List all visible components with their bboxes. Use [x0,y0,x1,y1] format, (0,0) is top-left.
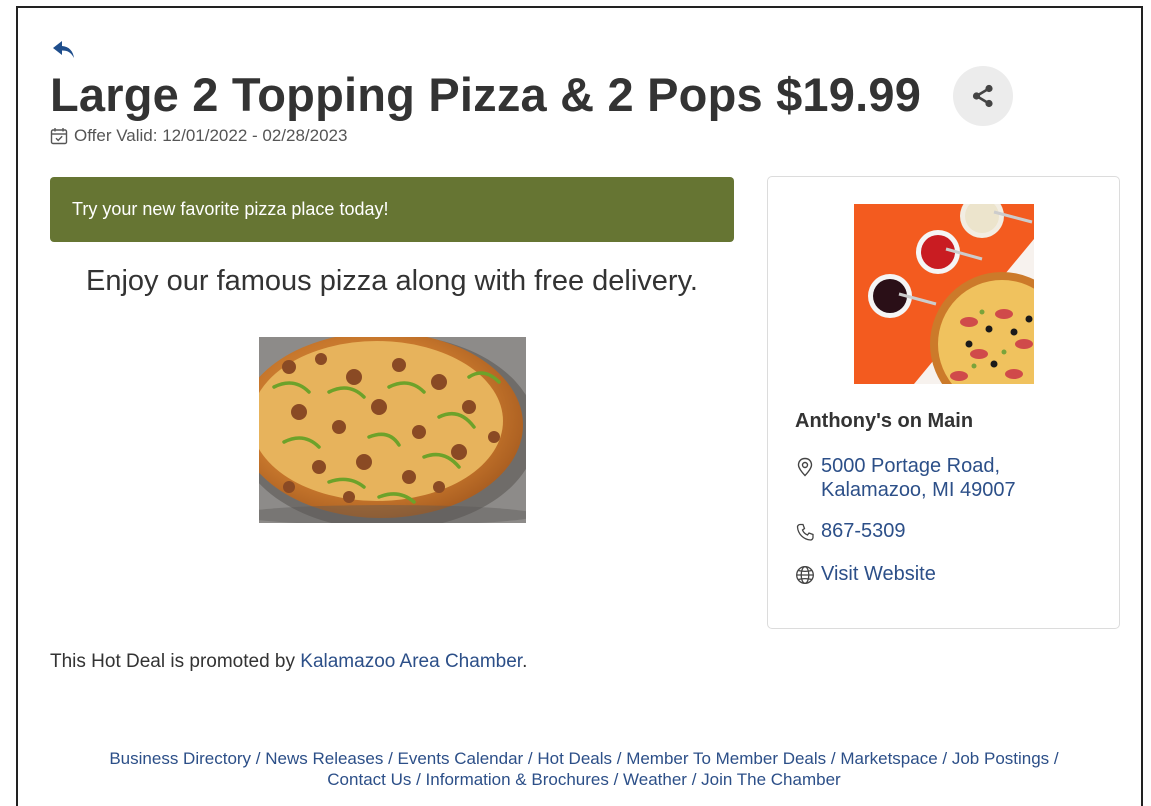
deal-banner-text: Try your new favorite pizza place today! [72,199,389,219]
footer-link-hot-deals[interactable]: Hot Deals [537,749,612,768]
footer-link-weather[interactable]: Weather [623,770,687,789]
footer-separator: / [612,749,627,768]
footer-separator: / [937,749,952,768]
footer-link-member-deals[interactable]: Member To Member Deals [626,749,826,768]
page-title: Large 2 Topping Pizza & 2 Pops $19.99 [50,68,922,121]
footer-link-business-directory[interactable]: Business Directory [109,749,251,768]
footer-separator: / [608,770,624,789]
footer-link-events-calendar[interactable]: Events Calendar [398,749,524,768]
footer-link-contact-us[interactable]: Contact Us [327,770,411,789]
business-website-row: Visit Website [795,562,936,586]
share-button[interactable] [953,66,1013,126]
business-phone-link[interactable]: 867-5309 [821,519,906,543]
visit-website-link[interactable]: Visit Website [821,562,936,586]
footer-link-news-releases[interactable]: News Releases [265,749,383,768]
business-photo [854,204,1034,384]
footer-separator: / [251,749,266,768]
business-address-link[interactable]: 5000 Portage Road, Kalamazoo, MI 49007 [821,454,1041,502]
back-arrow-icon[interactable] [50,38,78,62]
deal-description: Enjoy our famous pizza along with free d… [86,265,698,297]
globe-icon [796,566,814,584]
footer-separator: / [826,749,841,768]
footer-separator: / [686,770,702,789]
footer-separator: / [523,749,538,768]
phone-icon [796,523,814,541]
footer-link-marketspace[interactable]: Marketspace [840,749,937,768]
map-pin-icon [797,457,813,477]
footer-link-join-the-chamber[interactable]: Join The Chamber [701,770,841,789]
business-card: Anthony's on Main 5000 Portage Road, Kal… [767,176,1120,629]
offer-validity-text: Offer Valid: 12/01/2022 - 02/28/2023 [74,126,348,145]
footer-separator: / [1049,749,1059,768]
deal-pizza-image [259,337,526,523]
share-icon [972,84,993,108]
footer-link-information-brochures[interactable]: Information & Brochures [426,770,609,789]
deal-banner: Try your new favorite pizza place today! [50,177,734,242]
promoted-suffix: . [522,651,528,672]
promoted-prefix: This Hot Deal is promoted by [50,651,301,672]
business-address-row: 5000 Portage Road, Kalamazoo, MI 49007 [795,454,1041,502]
promoted-by-line: This Hot Deal is promoted by Kalamazoo A… [50,651,527,673]
business-phone-row: 867-5309 [795,519,906,543]
footer-nav: Business Directory / News Releases / Eve… [40,748,1128,790]
footer-link-job-postings[interactable]: Job Postings [952,749,1049,768]
business-name: Anthony's on Main [795,410,974,432]
footer-separator: / [411,770,426,789]
chamber-link[interactable]: Kalamazoo Area Chamber [300,651,522,672]
footer-separator: / [383,749,398,768]
calendar-check-icon [50,128,68,145]
offer-validity: Offer Valid: 12/01/2022 - 02/28/2023 [50,126,347,146]
